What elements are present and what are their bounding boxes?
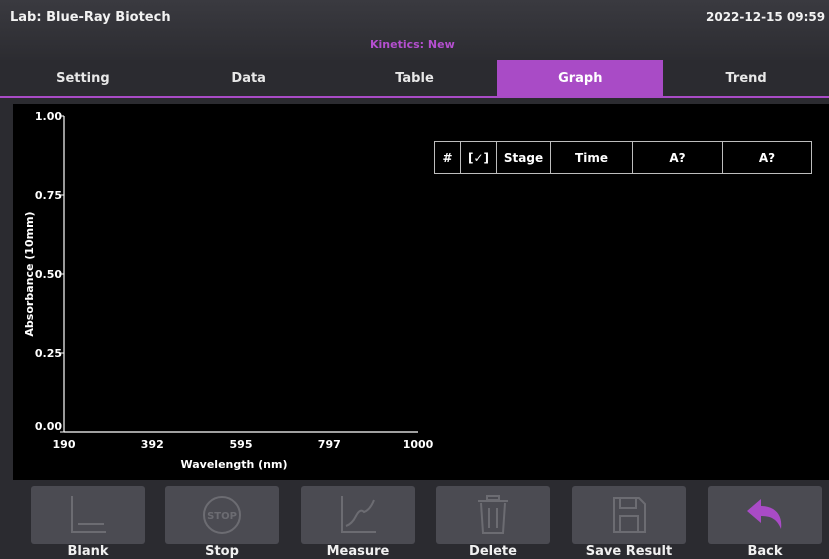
y-ticks: 0.00 0.25 0.50 0.75 1.00 <box>35 110 64 433</box>
tab-data[interactable]: Data <box>165 60 332 98</box>
back-button[interactable]: Back <box>708 486 822 559</box>
back-button-face[interactable] <box>708 486 822 544</box>
blank-button[interactable]: Blank <box>31 486 145 559</box>
x-tick-label: 1000 <box>403 438 434 451</box>
col-header-a2: A? <box>758 150 776 165</box>
x-tick-label: 190 <box>53 438 76 451</box>
back-arrow-icon <box>747 499 782 529</box>
tab-table[interactable]: Table <box>331 60 498 98</box>
blank-baseline-icon <box>71 496 106 533</box>
x-tick-label: 595 <box>230 438 253 451</box>
blank-button-face[interactable] <box>31 486 145 544</box>
results-table-header: # [✓] Stage Time A? A? <box>434 141 812 174</box>
floppy-disk-icon <box>613 497 646 533</box>
tab-setting[interactable]: Setting <box>0 60 166 98</box>
measure-curve-icon <box>341 496 376 533</box>
col-header-a1: A? <box>633 142 723 173</box>
measure-button-label: Measure <box>326 544 390 559</box>
y-axis-label: Absorbance (10mm) <box>23 211 36 336</box>
save-result-button-label: Save Result <box>585 544 673 559</box>
y-tick-label: 1.00 <box>35 110 62 123</box>
blank-button-label: Blank <box>67 544 109 559</box>
x-tick-label: 797 <box>318 438 341 451</box>
delete-button-label: Delete <box>469 544 517 559</box>
stop-button[interactable]: STOP Stop <box>165 486 279 559</box>
chart-axes <box>63 116 418 433</box>
x-ticks: 190 392 595 797 1000 <box>53 438 434 451</box>
measure-button[interactable]: Measure <box>301 486 415 559</box>
tab-trend[interactable]: Trend <box>663 60 829 98</box>
delete-button[interactable]: Delete <box>436 486 550 559</box>
back-button-label: Back <box>747 544 783 559</box>
y-tick-label: 0.25 <box>35 347 62 360</box>
col-header-number: # <box>435 142 461 173</box>
col-header-stage: Stage <box>497 142 551 173</box>
save-result-button-face[interactable] <box>572 486 686 544</box>
svg-text:STOP: STOP <box>207 511 237 522</box>
tab-graph[interactable]: Graph <box>497 60 664 98</box>
y-tick-label: 0.00 <box>35 420 62 433</box>
measure-button-face[interactable] <box>301 486 415 544</box>
stop-button-face[interactable]: STOP <box>165 486 279 544</box>
y-tick-label: 0.50 <box>35 268 62 281</box>
stop-icon: STOP <box>203 496 241 534</box>
col-header-check[interactable]: [✓] <box>461 142 497 173</box>
trash-icon <box>478 495 508 534</box>
datetime: 2022-12-15 09:59 <box>706 10 826 24</box>
x-axis-label: Wavelength (nm) <box>181 458 288 471</box>
lab-title: Lab: Blue-Ray Biotech <box>10 10 171 25</box>
delete-button-face[interactable] <box>436 486 550 544</box>
header-bar: Lab: Blue-Ray Biotech Kinetics: New 2022… <box>0 0 829 60</box>
graph-panel: 0.00 0.25 0.50 0.75 1.00 190 392 595 797 1000 Wa… <box>13 104 829 480</box>
stop-button-label: Stop <box>205 544 239 559</box>
y-tick-label: 0.75 <box>35 189 62 202</box>
mode-title: Kinetics: New <box>370 38 455 51</box>
save-result-button[interactable]: Save Result <box>572 486 686 559</box>
x-tick-label: 392 <box>141 438 164 451</box>
tab-bar: Setting Data Table Graph Trend <box>0 60 829 98</box>
bottom-toolbar: Blank STOP Stop Measure Delete Save Resu… <box>0 480 829 559</box>
col-header-time: Time <box>551 142 633 173</box>
